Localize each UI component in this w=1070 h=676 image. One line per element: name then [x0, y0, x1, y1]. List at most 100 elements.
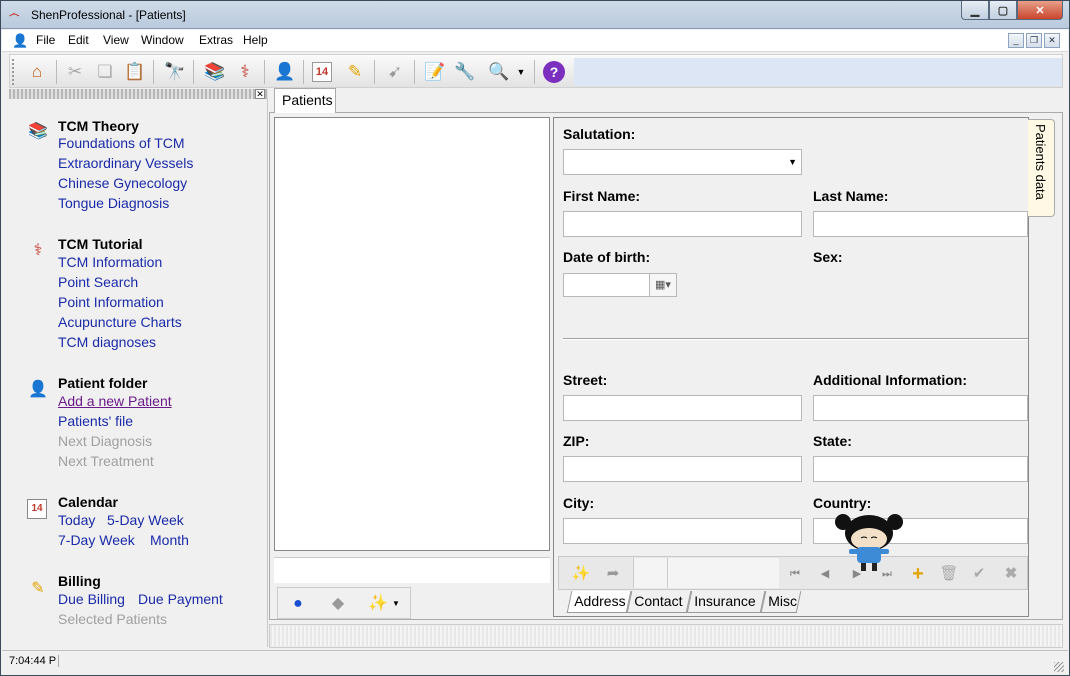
acupuncture-icon[interactable]: ⚕	[232, 59, 258, 85]
dropdown-arrow-icon[interactable]: ▼	[514, 59, 528, 85]
acupuncture-icon: ⚕	[33, 242, 43, 259]
link-acupuncture-charts[interactable]: Acupuncture Charts	[58, 314, 182, 330]
street-field[interactable]	[563, 395, 802, 421]
link-7-day-week[interactable]: 7-Day Week	[58, 532, 135, 548]
section-title-tcm-theory: TCM Theory	[58, 118, 139, 134]
minimize-button[interactable]: ▁	[961, 1, 989, 20]
date-of-birth-label: Date of birth:	[563, 249, 651, 265]
edit-icon[interactable]: 📝	[422, 59, 448, 85]
menu-help[interactable]: Help	[243, 33, 268, 47]
city-label: City:	[563, 495, 595, 511]
salutation-select[interactable]: ▼	[563, 149, 802, 175]
link-tongue-diagnosis[interactable]: Tongue Diagnosis	[58, 195, 169, 211]
last-name-field[interactable]	[813, 211, 1028, 237]
menu-file[interactable]: File	[36, 33, 55, 47]
tab-patients-data[interactable]: Patients data	[1028, 119, 1055, 217]
tab-misc[interactable]: Misc	[760, 591, 802, 613]
link-due-payment[interactable]: Due Payment	[138, 591, 223, 607]
menu-bar: 👤 File Edit View Window Extras Help _ ❐ …	[2, 30, 1068, 52]
patient-search-input[interactable]	[274, 557, 550, 583]
patient-icon: 👤	[28, 381, 48, 398]
calendar-icon[interactable]: 14	[312, 62, 332, 82]
close-button[interactable]: ✕	[1017, 1, 1063, 20]
link-extraordinary-vessels[interactable]: Extraordinary Vessels	[58, 155, 193, 171]
link-foundations-of-tcm[interactable]: Foundations of TCM	[58, 135, 185, 151]
mdi-restore-button[interactable]: ❐	[1026, 33, 1042, 48]
first-name-field[interactable]	[563, 211, 802, 237]
export-icon[interactable]: ➹	[382, 59, 408, 85]
wizard-icon[interactable]: ✨	[569, 562, 593, 586]
help-icon[interactable]: ?	[543, 61, 565, 83]
date-of-birth-field[interactable]	[563, 273, 650, 297]
status-time: 7:04:44 P	[9, 655, 60, 667]
dropdown-arrow-icon[interactable]: ▼	[390, 592, 402, 616]
tab-contact[interactable]: Contact	[626, 591, 692, 613]
add-record-icon[interactable]: +	[906, 562, 930, 586]
last-name-label: Last Name:	[813, 188, 889, 204]
first-record-icon[interactable]: ⏮	[783, 562, 807, 586]
confirm-icon[interactable]: ✔	[967, 562, 991, 586]
paste-icon[interactable]: 📋	[122, 59, 148, 85]
first-name-label: First Name:	[563, 188, 641, 204]
zip-label: ZIP:	[563, 433, 590, 449]
link-selected-patients: Selected Patients	[58, 611, 167, 627]
delete-record-icon[interactable]: ◆	[326, 592, 350, 616]
link-due-billing[interactable]: Due Billing	[58, 591, 125, 607]
calendar-picker-icon[interactable]: ▦▾	[649, 273, 677, 297]
additional-information-field[interactable]	[813, 395, 1028, 421]
resize-grip-icon[interactable]	[1054, 662, 1064, 672]
sex-label: Sex:	[813, 249, 843, 265]
city-field[interactable]	[563, 518, 802, 544]
binoculars-icon[interactable]: 🔭	[162, 59, 188, 85]
menu-edit[interactable]: Edit	[68, 33, 89, 47]
state-field[interactable]	[813, 456, 1028, 482]
maximize-button[interactable]: ▢	[989, 1, 1017, 20]
menu-window[interactable]: Window	[141, 33, 184, 47]
document-menu-icon[interactable]: 👤	[12, 33, 28, 49]
panel-close-button[interactable]: ✕	[255, 89, 265, 99]
list-toolbar: ● ◆ ✨ ▼	[277, 587, 411, 619]
billing-icon[interactable]: ✎	[342, 59, 368, 85]
home-icon[interactable]: ⌂	[24, 59, 50, 85]
link-point-search[interactable]: Point Search	[58, 274, 138, 290]
tab-address[interactable]: Address	[566, 591, 632, 613]
preview-icon[interactable]: 🔍	[486, 59, 512, 85]
state-label: State:	[813, 433, 852, 449]
share-icon[interactable]: ➦	[601, 562, 625, 586]
country-label: Country:	[813, 495, 872, 511]
link-5-day-week[interactable]: 5-Day Week	[107, 512, 184, 528]
tab-insurance[interactable]: Insurance	[686, 591, 766, 613]
link-chinese-gynecology[interactable]: Chinese Gynecology	[58, 175, 187, 191]
link-tcm-information[interactable]: TCM Information	[58, 254, 162, 270]
copy-icon[interactable]: ❏	[92, 59, 118, 85]
navigation-panel: ✕ 📚 TCM Theory Foundations of TCM Extrao…	[9, 89, 268, 647]
books-icon[interactable]: 📚	[202, 59, 228, 85]
cancel-icon[interactable]: ✖	[999, 562, 1023, 586]
app-logo-icon: ෴	[9, 8, 20, 20]
link-tcm-diagnoses[interactable]: TCM diagnoses	[58, 334, 156, 350]
link-point-information[interactable]: Point Information	[58, 294, 164, 310]
wizard-icon[interactable]: ✨	[366, 592, 390, 616]
link-today[interactable]: Today	[58, 512, 95, 528]
link-patients-file[interactable]: Patients' file	[58, 413, 133, 429]
record-navigation-bar: ✨ ➦ ⏮ ◀ ▶ ⏭ + 🗑 ✔ ✖	[558, 556, 1028, 590]
patient-icon[interactable]: 👤	[272, 59, 298, 85]
trash-icon[interactable]: 🗑	[937, 562, 961, 586]
new-patient-icon[interactable]: ●	[286, 592, 310, 616]
menu-view[interactable]: View	[103, 33, 129, 47]
link-month[interactable]: Month	[150, 532, 189, 548]
cut-icon[interactable]: ✂	[62, 59, 88, 85]
zip-field[interactable]	[563, 456, 802, 482]
mascot-doll-icon	[835, 514, 903, 571]
wrench-icon[interactable]: 🔧	[452, 59, 478, 85]
patients-list[interactable]	[274, 117, 550, 551]
tab-patients[interactable]: Patients	[274, 88, 336, 113]
link-add-new-patient[interactable]: Add a new Patient	[58, 393, 172, 409]
street-label: Street:	[563, 372, 608, 388]
toolbar-grip[interactable]	[12, 59, 16, 85]
mdi-minimize-button[interactable]: _	[1008, 33, 1024, 48]
panel-header[interactable]	[9, 89, 268, 99]
books-icon: 📚	[28, 123, 48, 140]
mdi-close-button[interactable]: ✕	[1044, 33, 1060, 48]
menu-extras[interactable]: Extras	[199, 33, 233, 47]
